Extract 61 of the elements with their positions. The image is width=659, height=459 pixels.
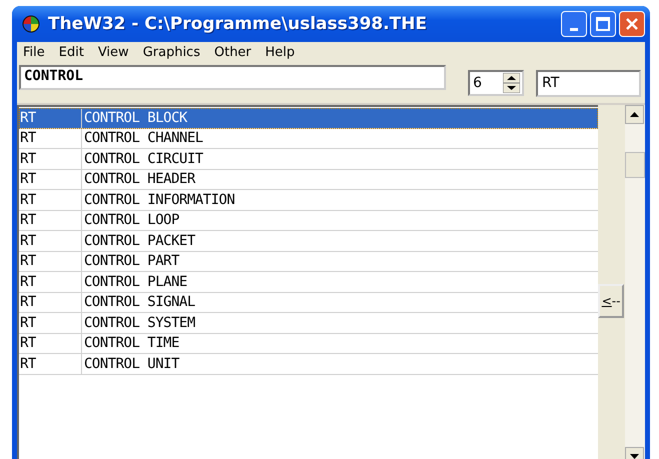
term-cell-text: CONTROL INFORMATION xyxy=(83,192,235,208)
code-cell: RT xyxy=(19,210,82,230)
term-cell-text: CONTROL BLOCK xyxy=(83,110,188,126)
list-row[interactable]: RT CONTROL TIME xyxy=(19,334,598,354)
code-cell: RT xyxy=(19,354,82,374)
maximize-button[interactable] xyxy=(590,11,616,37)
list-row[interactable]: RT CONTROL PACKET xyxy=(19,231,598,252)
list-row[interactable]: RT CONTROL INFORMATION xyxy=(19,190,598,210)
minimize-icon xyxy=(570,28,578,30)
spinner-field[interactable]: 6 xyxy=(468,70,524,96)
scrollbar[interactable] xyxy=(625,105,645,459)
code-cell: RT xyxy=(19,108,82,128)
term-cell-text: CONTROL PART xyxy=(83,253,180,270)
list-row[interactable]: RT CONTROL PLANE xyxy=(19,272,598,292)
term-cell-text: CONTROL CIRCUIT xyxy=(83,150,203,167)
list-row[interactable]: RT CONTROL SIGNAL xyxy=(19,292,598,313)
list-row[interactable]: RT CONTROL LOOP xyxy=(19,210,598,231)
code-cell: RT xyxy=(19,170,82,189)
code-cell: RT xyxy=(19,190,82,210)
window-title: TheW32 - C:\Programme\uslass398.THE xyxy=(48,14,428,34)
close-icon xyxy=(625,17,639,31)
code-cell: RT xyxy=(19,272,82,292)
list-row[interactable]: RT CONTROL UNIT xyxy=(19,354,598,374)
code-cell: RT xyxy=(19,313,82,332)
menu-item[interactable]: Other xyxy=(214,44,252,60)
term-cell-text: CONTROL HEADER xyxy=(83,171,196,188)
list-row[interactable]: RT CONTROL SYSTEM xyxy=(19,313,598,334)
term-cell-text: CONTROL PACKET xyxy=(83,232,196,249)
menu-item[interactable]: Edit xyxy=(58,44,84,60)
code-cell: RT xyxy=(19,292,82,312)
menu-item[interactable]: Help xyxy=(265,44,295,60)
search-field[interactable]: CONTROL xyxy=(19,65,446,90)
maximize-icon xyxy=(596,17,610,31)
term-cell-text: CONTROL SYSTEM xyxy=(83,314,196,331)
menu-item[interactable]: File xyxy=(23,44,45,60)
list-row[interactable]: RT CONTROL BLOCK xyxy=(19,108,598,128)
scroll-thumb[interactable] xyxy=(625,152,645,178)
code-cell: RT xyxy=(19,334,82,353)
code-cell: RT xyxy=(19,128,82,148)
scroll-up-icon[interactable] xyxy=(625,105,644,124)
filter-field[interactable]: RT xyxy=(536,70,641,97)
term-cell-text: CONTROL UNIT xyxy=(83,356,180,372)
app-icon xyxy=(22,15,40,33)
term-cell-text: CONTROL PLANE xyxy=(83,274,188,290)
list-row[interactable]: RT CONTROL HEADER xyxy=(19,170,598,190)
term-cell-text: CONTROL CHANNEL xyxy=(83,130,203,146)
back-button[interactable]: <-- xyxy=(598,284,624,318)
term-cell-text: CONTROL LOOP xyxy=(83,212,180,228)
list-row[interactable]: RT CONTROL CIRCUIT xyxy=(19,149,598,170)
code-cell: RT xyxy=(19,149,82,168)
term-cell-text: CONTROL SIGNAL xyxy=(83,294,196,310)
spinner-arrows-icon[interactable] xyxy=(503,73,520,93)
close-button[interactable] xyxy=(619,11,645,37)
list-row[interactable]: RT CONTROL CHANNEL xyxy=(19,128,598,149)
menu-item[interactable]: Graphics xyxy=(142,44,200,60)
list-row[interactable]: RT CONTROL PART xyxy=(19,252,598,272)
code-cell: RT xyxy=(19,231,82,250)
code-cell: RT xyxy=(19,252,82,271)
term-cell-text: CONTROL TIME xyxy=(83,335,180,352)
menu-item[interactable]: View xyxy=(98,44,129,60)
minimize-button[interactable] xyxy=(561,11,587,37)
